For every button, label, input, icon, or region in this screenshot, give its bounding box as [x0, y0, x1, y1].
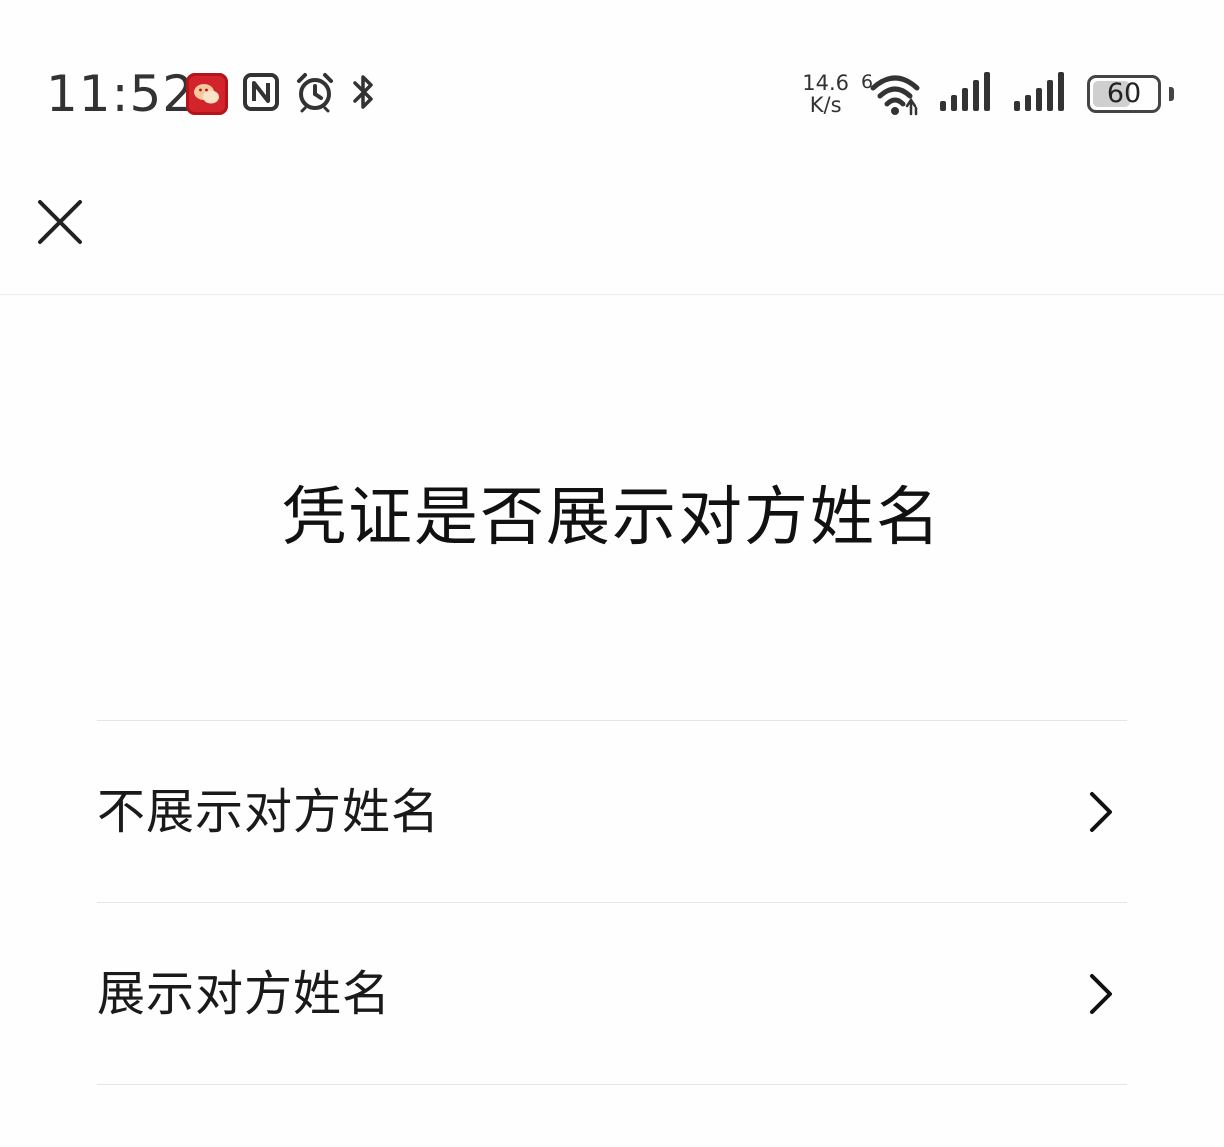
- alarm-icon: [294, 71, 336, 117]
- option-label: 展示对方姓名: [97, 965, 392, 1022]
- option-show-name[interactable]: 展示对方姓名: [97, 903, 1127, 1085]
- close-button[interactable]: [30, 192, 90, 252]
- status-icons-left: [186, 72, 378, 116]
- network-speed: 14.6 K/s: [802, 72, 849, 116]
- chevron-right-icon: [1081, 788, 1121, 836]
- battery-level: 60: [1106, 78, 1142, 109]
- network-speed-value: 14.6: [802, 71, 849, 95]
- bluetooth-icon: [350, 71, 378, 117]
- wifi-icon: 6: [861, 70, 921, 118]
- signal-icon: [1013, 71, 1065, 117]
- nfc-icon: [242, 72, 280, 116]
- status-icons-right: 14.6 K/s 6 60: [802, 68, 1174, 120]
- close-icon: [38, 200, 82, 244]
- option-label: 不展示对方姓名: [97, 783, 441, 840]
- network-speed-unit: K/s: [809, 93, 842, 117]
- page-title: 凭证是否展示对方姓名: [282, 481, 942, 555]
- status-bar: 11:52 14.6 K/s 6 60: [0, 0, 1224, 150]
- wechat-app-icon: [186, 73, 228, 115]
- options-list: 不展示对方姓名 展示对方姓名: [97, 720, 1127, 1085]
- nav-bar: [0, 150, 1224, 295]
- status-time: 11:52: [46, 65, 196, 123]
- battery-icon: 60: [1087, 75, 1161, 113]
- option-hide-name[interactable]: 不展示对方姓名: [97, 721, 1127, 903]
- signal-icon: [939, 71, 991, 117]
- chevron-right-icon: [1081, 970, 1121, 1018]
- battery-cap: [1169, 87, 1174, 101]
